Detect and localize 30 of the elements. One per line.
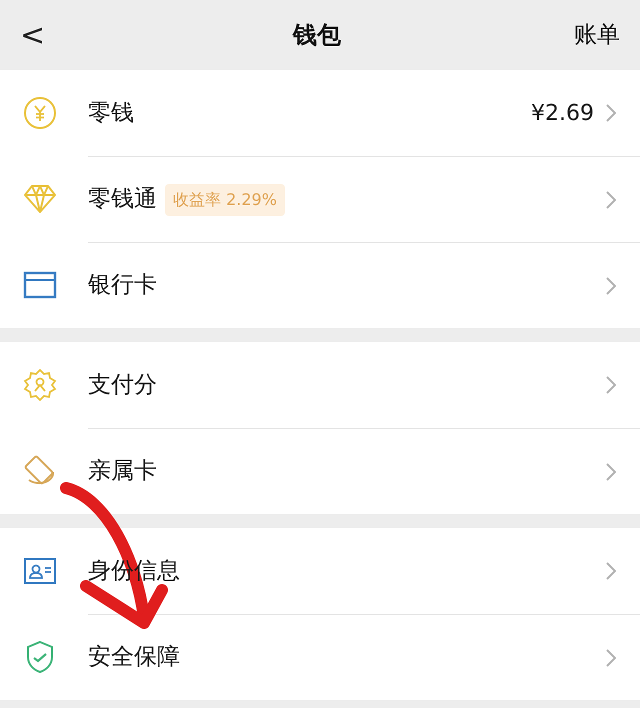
wallet-row[interactable]: 银行卡 [0, 242, 640, 328]
chevron-icon [606, 190, 616, 208]
wallet-row[interactable]: 零钱 ¥2.69 [0, 70, 640, 156]
row-label: 零钱 [88, 98, 134, 128]
row-label: 安全保障 [88, 643, 180, 672]
row-label: 零钱通 [88, 185, 157, 214]
wallet-row[interactable]: 安全保障 [0, 614, 640, 700]
yield-badge: 收益率 2.29% [165, 184, 285, 216]
back-button[interactable]: < [20, 12, 60, 58]
wallet-row[interactable]: 亲属卡 [0, 428, 640, 514]
chevron-icon [606, 104, 616, 122]
shield-check-icon [25, 640, 55, 674]
chevron-icon [606, 462, 616, 480]
row-label: 银行卡 [88, 271, 157, 300]
chevron-icon [606, 376, 616, 394]
row-label: 支付分 [88, 370, 157, 400]
chevron-icon [606, 276, 616, 294]
balance-value: ¥2.69 [531, 100, 594, 128]
wallet-row[interactable]: 零钱通 收益率 2.29% [0, 156, 640, 242]
chevron-icon [606, 562, 616, 580]
badge-person-icon [23, 368, 57, 402]
bill-button[interactable]: 账单 [574, 18, 620, 52]
page-title: 钱包 [293, 20, 341, 51]
card-icon [23, 271, 57, 299]
diamond-icon [23, 184, 57, 214]
row-label: 亲属卡 [88, 457, 157, 486]
yuan-coin-icon [23, 96, 57, 130]
chevron-icon [606, 648, 616, 666]
wallet-row[interactable]: 支付分 [0, 342, 640, 428]
id-card-icon [23, 557, 57, 585]
